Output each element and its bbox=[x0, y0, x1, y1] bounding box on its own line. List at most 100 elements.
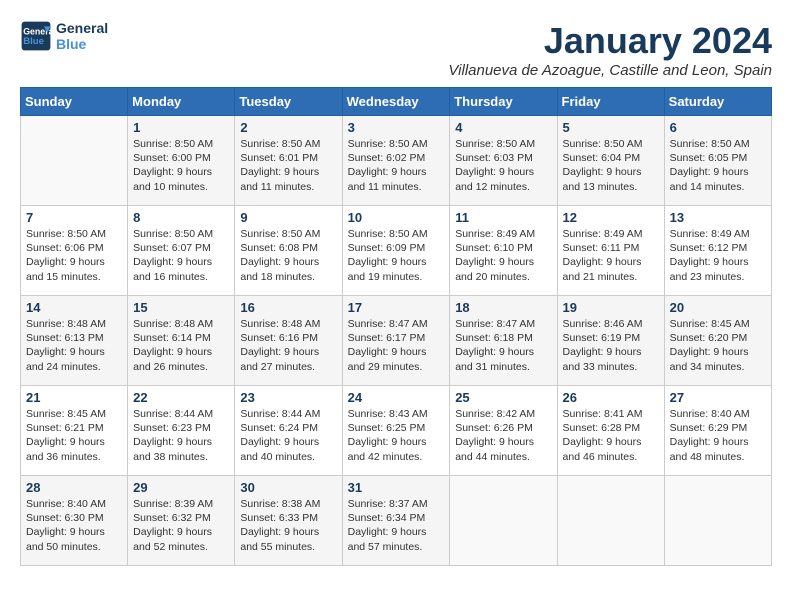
calendar-cell: 23 Sunrise: 8:44 AMSunset: 6:24 PMDayligh… bbox=[235, 386, 342, 476]
weekday-header-row: SundayMondayTuesdayWednesdayThursdayFrid… bbox=[21, 88, 772, 116]
calendar-cell: 28Sunrise: 8:40 AMSunset: 6:30 PMDayligh… bbox=[21, 476, 128, 566]
calendar-cell bbox=[21, 116, 128, 206]
day-info: Sunrise: 8:50 AMSunset: 6:08 PMDaylight:… bbox=[240, 227, 336, 284]
calendar-cell: 27 Sunrise: 8:40 AMSunset: 6:29 PMDayligh… bbox=[664, 386, 771, 476]
day-info: Sunrise: 8:50 AMSunset: 6:04 PMDaylight:… bbox=[563, 137, 659, 194]
calendar-cell: 29Sunrise: 8:39 AMSunset: 6:32 PMDayligh… bbox=[128, 476, 235, 566]
day-number: 8 bbox=[133, 210, 229, 225]
day-number: 9 bbox=[240, 210, 336, 225]
day-number: 22 bbox=[133, 390, 229, 405]
calendar-cell: 18 Sunrise: 8:47 AMSunset: 6:18 PMDayligh… bbox=[450, 296, 557, 386]
weekday-header-saturday: Saturday bbox=[664, 88, 771, 116]
calendar-cell: 24Sunrise: 8:43 AMSunset: 6:25 PMDayligh… bbox=[342, 386, 450, 476]
calendar-cell bbox=[557, 476, 664, 566]
day-info: Sunrise: 8:37 AMSunset: 6:34 PMDaylight:… bbox=[348, 497, 445, 554]
day-number: 6 bbox=[670, 120, 766, 135]
calendar-body: 1 Sunrise: 8:50 AMSunset: 6:00 PMDaylight… bbox=[21, 116, 772, 566]
day-number: 13 bbox=[670, 210, 766, 225]
weekday-header-monday: Monday bbox=[128, 88, 235, 116]
week-row-2: 7 Sunrise: 8:50 AMSunset: 6:06 PMDaylight… bbox=[21, 206, 772, 296]
day-info: Sunrise: 8:40 AMSunset: 6:30 PMDaylight:… bbox=[26, 497, 122, 554]
day-info: Sunrise: 8:40 AMSunset: 6:29 PMDaylight:… bbox=[670, 407, 766, 464]
calendar-cell bbox=[450, 476, 557, 566]
day-number: 23 bbox=[240, 390, 336, 405]
logo-text-general: General bbox=[56, 20, 108, 36]
day-number: 21 bbox=[26, 390, 122, 405]
calendar-cell: 10 Sunrise: 8:50 AMSunset: 6:09 PMDayligh… bbox=[342, 206, 450, 296]
day-number: 17 bbox=[348, 300, 445, 315]
day-info: Sunrise: 8:43 AMSunset: 6:25 PMDaylight:… bbox=[348, 407, 445, 464]
day-number: 1 bbox=[133, 120, 229, 135]
day-info: Sunrise: 8:50 AMSunset: 6:06 PMDaylight:… bbox=[26, 227, 122, 284]
day-number: 14 bbox=[26, 300, 122, 315]
day-number: 11 bbox=[455, 210, 551, 225]
calendar-cell: 31 Sunrise: 8:37 AMSunset: 6:34 PMDayligh… bbox=[342, 476, 450, 566]
day-number: 7 bbox=[26, 210, 122, 225]
day-info: Sunrise: 8:47 AMSunset: 6:17 PMDaylight:… bbox=[348, 317, 445, 374]
day-info: Sunrise: 8:46 AMSunset: 6:19 PMDaylight:… bbox=[563, 317, 659, 374]
week-row-5: 28Sunrise: 8:40 AMSunset: 6:30 PMDayligh… bbox=[21, 476, 772, 566]
logo-icon: General Blue bbox=[20, 20, 52, 52]
logo-text-blue: Blue bbox=[56, 36, 108, 52]
calendar-cell: 8Sunrise: 8:50 AMSunset: 6:07 PMDaylight… bbox=[128, 206, 235, 296]
weekday-header-tuesday: Tuesday bbox=[235, 88, 342, 116]
weekday-header-wednesday: Wednesday bbox=[342, 88, 450, 116]
day-info: Sunrise: 8:50 AMSunset: 6:00 PMDaylight:… bbox=[133, 137, 229, 194]
location-subtitle: Villanueva de Azoague, Castille and Leon… bbox=[448, 62, 772, 79]
day-number: 16 bbox=[240, 300, 336, 315]
calendar-cell: 20 Sunrise: 8:45 AMSunset: 6:20 PMDayligh… bbox=[664, 296, 771, 386]
day-info: Sunrise: 8:44 AMSunset: 6:23 PMDaylight:… bbox=[133, 407, 229, 464]
day-number: 15 bbox=[133, 300, 229, 315]
day-number: 31 bbox=[348, 480, 445, 495]
day-info: Sunrise: 8:50 AMSunset: 6:05 PMDaylight:… bbox=[670, 137, 766, 194]
calendar-cell: 5 Sunrise: 8:50 AMSunset: 6:04 PMDaylight… bbox=[557, 116, 664, 206]
day-info: Sunrise: 8:45 AMSunset: 6:21 PMDaylight:… bbox=[26, 407, 122, 464]
day-info: Sunrise: 8:50 AMSunset: 6:09 PMDaylight:… bbox=[348, 227, 445, 284]
calendar-cell: 25Sunrise: 8:42 AMSunset: 6:26 PMDayligh… bbox=[450, 386, 557, 476]
day-number: 5 bbox=[563, 120, 659, 135]
calendar-cell: 1 Sunrise: 8:50 AMSunset: 6:00 PMDaylight… bbox=[128, 116, 235, 206]
day-info: Sunrise: 8:48 AMSunset: 6:13 PMDaylight:… bbox=[26, 317, 122, 374]
day-info: Sunrise: 8:39 AMSunset: 6:32 PMDaylight:… bbox=[133, 497, 229, 554]
calendar-cell: 15 Sunrise: 8:48 AMSunset: 6:14 PMDayligh… bbox=[128, 296, 235, 386]
header: General Blue General Blue January 2024 V… bbox=[20, 20, 772, 79]
calendar-cell: 14 Sunrise: 8:48 AMSunset: 6:13 PMDayligh… bbox=[21, 296, 128, 386]
day-info: Sunrise: 8:41 AMSunset: 6:28 PMDaylight:… bbox=[563, 407, 659, 464]
day-info: Sunrise: 8:45 AMSunset: 6:20 PMDaylight:… bbox=[670, 317, 766, 374]
day-number: 10 bbox=[348, 210, 445, 225]
month-title: January 2024 bbox=[448, 20, 772, 62]
calendar-cell: 16Sunrise: 8:48 AMSunset: 6:16 PMDayligh… bbox=[235, 296, 342, 386]
day-info: Sunrise: 8:48 AMSunset: 6:14 PMDaylight:… bbox=[133, 317, 229, 374]
day-number: 2 bbox=[240, 120, 336, 135]
calendar-cell: 3Sunrise: 8:50 AMSunset: 6:02 PMDaylight… bbox=[342, 116, 450, 206]
calendar-cell: 6 Sunrise: 8:50 AMSunset: 6:05 PMDaylight… bbox=[664, 116, 771, 206]
day-number: 18 bbox=[455, 300, 551, 315]
calendar-cell: 4Sunrise: 8:50 AMSunset: 6:03 PMDaylight… bbox=[450, 116, 557, 206]
day-info: Sunrise: 8:50 AMSunset: 6:01 PMDaylight:… bbox=[240, 137, 336, 194]
logo: General Blue General Blue bbox=[20, 20, 108, 52]
calendar-cell: 9 Sunrise: 8:50 AMSunset: 6:08 PMDaylight… bbox=[235, 206, 342, 296]
calendar-cell: 11Sunrise: 8:49 AMSunset: 6:10 PMDayligh… bbox=[450, 206, 557, 296]
day-number: 12 bbox=[563, 210, 659, 225]
calendar-cell: 21 Sunrise: 8:45 AMSunset: 6:21 PMDayligh… bbox=[21, 386, 128, 476]
day-number: 30 bbox=[240, 480, 336, 495]
day-info: Sunrise: 8:49 AMSunset: 6:12 PMDaylight:… bbox=[670, 227, 766, 284]
day-info: Sunrise: 8:50 AMSunset: 6:02 PMDaylight:… bbox=[348, 137, 445, 194]
weekday-header-friday: Friday bbox=[557, 88, 664, 116]
day-number: 19 bbox=[563, 300, 659, 315]
week-row-4: 21 Sunrise: 8:45 AMSunset: 6:21 PMDayligh… bbox=[21, 386, 772, 476]
calendar-cell: 7 Sunrise: 8:50 AMSunset: 6:06 PMDaylight… bbox=[21, 206, 128, 296]
day-info: Sunrise: 8:50 AMSunset: 6:03 PMDaylight:… bbox=[455, 137, 551, 194]
day-number: 20 bbox=[670, 300, 766, 315]
weekday-header-thursday: Thursday bbox=[450, 88, 557, 116]
day-info: Sunrise: 8:49 AMSunset: 6:11 PMDaylight:… bbox=[563, 227, 659, 284]
day-number: 27 bbox=[670, 390, 766, 405]
calendar-cell: 19 Sunrise: 8:46 AMSunset: 6:19 PMDayligh… bbox=[557, 296, 664, 386]
day-number: 26 bbox=[563, 390, 659, 405]
week-row-3: 14 Sunrise: 8:48 AMSunset: 6:13 PMDayligh… bbox=[21, 296, 772, 386]
calendar-cell: 22 Sunrise: 8:44 AMSunset: 6:23 PMDayligh… bbox=[128, 386, 235, 476]
title-area: January 2024 Villanueva de Azoague, Cast… bbox=[448, 20, 772, 79]
day-info: Sunrise: 8:47 AMSunset: 6:18 PMDaylight:… bbox=[455, 317, 551, 374]
day-info: Sunrise: 8:38 AMSunset: 6:33 PMDaylight:… bbox=[240, 497, 336, 554]
day-info: Sunrise: 8:44 AMSunset: 6:24 PMDaylight:… bbox=[240, 407, 336, 464]
